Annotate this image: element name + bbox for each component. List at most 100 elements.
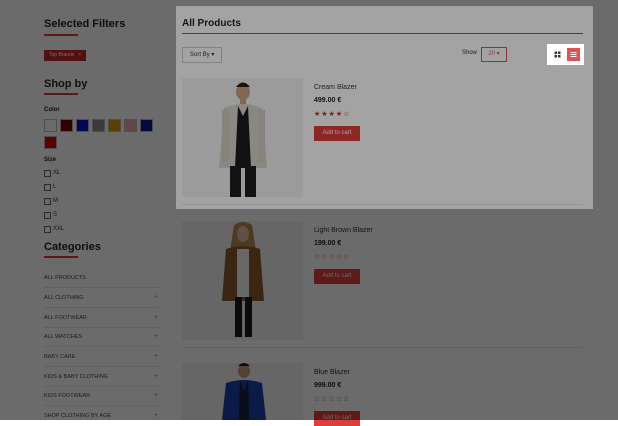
- color-label: Color: [44, 107, 60, 113]
- add-to-cart-button[interactable]: Add to cart: [314, 411, 360, 426]
- title-underline: [44, 34, 78, 36]
- category-label: ALL WATCHES: [44, 334, 82, 340]
- category-label: KIDS & BABY CLOTHING: [44, 374, 109, 380]
- size-label-text: XXL: [53, 226, 65, 232]
- overlay-dim-spotlight: [584, 44, 593, 65]
- category-baby-care[interactable]: BABY CARE +: [44, 351, 158, 363]
- category-label: KIDS FOOTWEAR: [44, 393, 91, 399]
- shop-by-title: Shop by: [44, 78, 88, 90]
- divider: [44, 287, 158, 288]
- divider: [182, 347, 583, 348]
- product-item: Cream Blazer 499.00 € ★★★★☆ Add to cart: [182, 78, 583, 198]
- category-label: BABY CARE: [44, 354, 76, 360]
- checkbox[interactable]: [44, 197, 51, 205]
- sort-by-dropdown[interactable]: Sort By ▾: [182, 47, 223, 63]
- rating-stars: ☆☆☆☆☆: [314, 254, 351, 261]
- color-swatch[interactable]: [60, 119, 73, 132]
- size-label-text: M: [53, 198, 58, 204]
- overlay-dim: [0, 0, 618, 6]
- product-price: 999.00 €: [314, 382, 342, 389]
- color-swatch[interactable]: [124, 119, 137, 132]
- category-all-watches[interactable]: ALL WATCHES +: [44, 331, 158, 343]
- color-swatch[interactable]: [92, 119, 105, 132]
- product-name[interactable]: Cream Blazer: [314, 84, 357, 91]
- overlay-dim: [593, 6, 618, 420]
- grid-view-button[interactable]: [551, 48, 564, 61]
- color-swatch[interactable]: [44, 119, 57, 132]
- selected-filters-title: Selected Filters: [44, 18, 126, 30]
- category-shop-by-age[interactable]: SHOP CLOTHING BY AGE +: [44, 410, 158, 422]
- category-all-clothing[interactable]: ALL CLOTHING +: [44, 292, 158, 304]
- filter-tag-label: Top Brands: [49, 52, 75, 58]
- expand-icon[interactable]: +: [154, 292, 158, 304]
- expand-icon[interactable]: +: [154, 371, 158, 383]
- category-kids-footwear[interactable]: KIDS FOOTWEAR +: [44, 390, 158, 402]
- checkbox[interactable]: [44, 211, 51, 219]
- product-image[interactable]: [182, 363, 303, 420]
- title-underline: [44, 256, 78, 258]
- category-label: SHOP CLOTHING BY AGE: [44, 413, 112, 419]
- expand-icon[interactable]: +: [154, 331, 158, 343]
- size-option-l[interactable]: L: [44, 183, 56, 191]
- size-label-text: XL: [53, 170, 61, 176]
- category-all-footwear[interactable]: ALL FOOTWEAR +: [44, 312, 158, 324]
- size-label-text: L: [53, 184, 57, 190]
- list-icon: [570, 52, 577, 57]
- checkbox[interactable]: [44, 169, 51, 177]
- expand-icon[interactable]: +: [154, 351, 158, 363]
- divider: [44, 346, 158, 347]
- title-underline: [182, 33, 583, 34]
- size-option-m[interactable]: M: [44, 197, 58, 205]
- size-label-text: S: [53, 212, 58, 218]
- model-light-brown-blazer-image: [182, 221, 303, 340]
- rating-stars: ★★★★☆: [314, 111, 351, 118]
- checkbox[interactable]: [44, 183, 51, 191]
- color-swatch[interactable]: [76, 119, 89, 132]
- size-label: Size: [44, 157, 57, 163]
- view-toggle: [547, 44, 584, 65]
- active-filter-tag[interactable]: Top Brands ×: [44, 50, 87, 61]
- expand-icon[interactable]: +: [154, 312, 158, 324]
- page-title: All Products: [182, 18, 241, 29]
- color-swatch[interactable]: [108, 119, 121, 132]
- show-count-select[interactable]: 20 ▾: [481, 47, 507, 62]
- title-underline: [44, 93, 78, 95]
- category-label: ALL FOOTWEAR: [44, 315, 87, 321]
- show-label: Show: [462, 50, 478, 56]
- divider: [44, 386, 158, 387]
- grid-icon: [554, 51, 561, 58]
- product-price: 499.00 €: [314, 97, 342, 104]
- checkbox[interactable]: [44, 225, 51, 233]
- category-label: ALL CLOTHING: [44, 295, 84, 301]
- color-swatch[interactable]: [44, 136, 57, 149]
- expand-icon[interactable]: +: [154, 410, 158, 422]
- divider: [44, 366, 158, 367]
- list-view-button[interactable]: [567, 48, 580, 61]
- product-name[interactable]: Blue Blazer: [314, 369, 350, 376]
- divider: [44, 405, 158, 406]
- category-label: ALL PRODUCTS: [44, 275, 86, 281]
- add-to-cart-button[interactable]: Add to cart: [314, 126, 360, 141]
- product-item: Blue Blazer 999.00 € ☆☆☆☆☆ Add to cart: [182, 363, 583, 426]
- size-option-xl[interactable]: XL: [44, 169, 60, 177]
- divider: [44, 307, 158, 308]
- size-option-s[interactable]: S: [44, 211, 57, 219]
- product-image[interactable]: [182, 221, 303, 340]
- category-kids-baby-clothing[interactable]: KIDS & BABY CLOTHING +: [44, 371, 158, 383]
- product-price: 199.00 €: [314, 240, 342, 247]
- categories-title: Categories: [44, 241, 101, 253]
- model-blue-blazer-image: [182, 363, 303, 420]
- color-swatch[interactable]: [140, 119, 153, 132]
- product-item: Light Brown Blazer 199.00 € ☆☆☆☆☆ Add to…: [182, 221, 583, 341]
- model-cream-blazer-image: [182, 78, 303, 197]
- divider: [44, 327, 158, 328]
- add-to-cart-button[interactable]: Add to cart: [314, 269, 360, 284]
- expand-icon[interactable]: +: [154, 390, 158, 402]
- remove-filter-icon[interactable]: ×: [78, 52, 81, 58]
- size-option-xxl[interactable]: XXL: [44, 225, 64, 233]
- product-name[interactable]: Light Brown Blazer: [314, 227, 373, 234]
- category-all-products[interactable]: ALL PRODUCTS: [44, 272, 158, 284]
- rating-stars: ☆☆☆☆☆: [314, 396, 351, 403]
- divider: [182, 204, 583, 205]
- product-image[interactable]: [182, 78, 303, 197]
